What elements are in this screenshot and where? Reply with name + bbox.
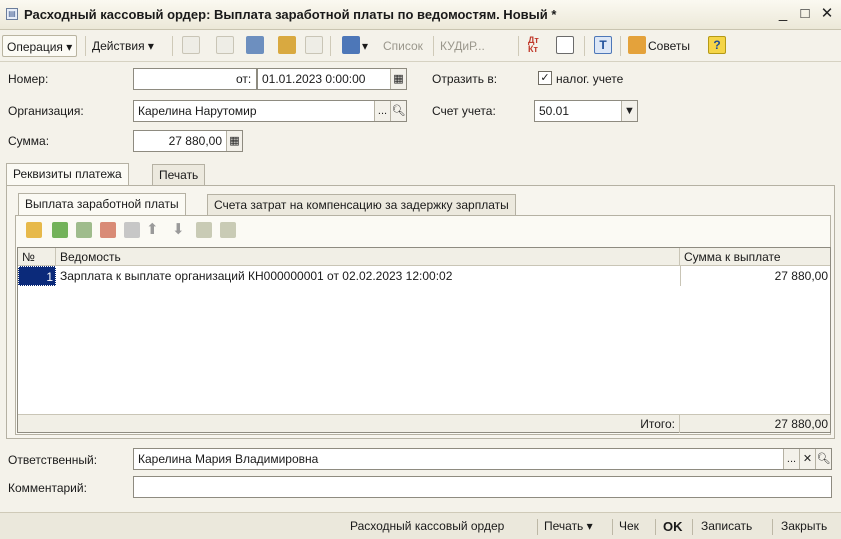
organization-value: Карелина Нарутомир	[138, 104, 257, 118]
actions-menu-button[interactable]: Действия ▾	[92, 35, 154, 57]
post-document-icon[interactable]	[278, 36, 296, 54]
receipt-button[interactable]: Чек	[619, 518, 639, 535]
minimize-button[interactable]: _	[774, 5, 792, 23]
unpost-document-icon[interactable]	[305, 36, 323, 54]
reflect-label: Отразить в:	[432, 72, 498, 86]
copy-row-icon[interactable]	[52, 222, 68, 238]
toolbar: Операция ▾ Действия ▾ ▾ Список КУДиР... …	[0, 30, 841, 62]
tax-checkbox[interactable]: ✓	[538, 71, 552, 85]
sum-field[interactable]: 27 880,00 ▦	[133, 130, 243, 152]
table-footer: Итого: 27 880,00	[18, 414, 830, 433]
column-header-amount[interactable]: Сумма к выплате	[680, 248, 830, 266]
open-search-icon[interactable]: 🔍︎	[390, 101, 406, 121]
sum-label: Сумма:	[8, 134, 50, 148]
end-edit-icon[interactable]	[124, 222, 140, 238]
chevron-down-icon[interactable]: ▼	[621, 101, 637, 121]
text-format-icon[interactable]: T	[594, 36, 612, 54]
ok-button[interactable]: OK	[663, 518, 683, 535]
account-value: 50.01	[539, 104, 570, 118]
toolbar-separator	[518, 36, 519, 56]
toolbar-separator	[620, 36, 621, 56]
date-value: 01.01.2023 0:00:00	[262, 72, 366, 86]
select-ellipsis-icon[interactable]: ...	[783, 449, 799, 469]
account-select[interactable]: 50.01 ▼	[534, 100, 638, 122]
statements-table[interactable]: № Ведомость Сумма к выплате 1 Зарплата к…	[17, 247, 831, 433]
delete-row-icon[interactable]	[100, 222, 116, 238]
separator	[537, 519, 538, 535]
total-label: Итого:	[558, 415, 680, 433]
number-label: Номер:	[8, 72, 49, 86]
bottom-command-bar: Расходный кассовый ордер Печать ▾ Чек OK…	[0, 512, 841, 539]
toolbar-separator	[172, 36, 173, 56]
date-label: от:	[236, 72, 252, 86]
organization-field[interactable]: Карелина Нарутомир ... 🔍︎	[133, 100, 407, 122]
dt-kt-icon[interactable]: Дт Кт	[528, 36, 546, 54]
operation-menu-button[interactable]: Операция ▾	[2, 35, 78, 57]
based-on-icon[interactable]	[342, 36, 360, 54]
comment-label: Комментарий:	[8, 481, 87, 495]
journal-icon[interactable]	[556, 36, 574, 54]
refresh-icon[interactable]	[246, 36, 264, 54]
new-copy-icon[interactable]	[182, 36, 200, 54]
close-button[interactable]: Закрыть	[781, 518, 827, 535]
maximize-button[interactable]: □	[796, 5, 814, 23]
list-button[interactable]: Список	[383, 35, 423, 57]
tax-checkbox-label: налог. учете	[556, 72, 624, 86]
move-up-icon[interactable]: ⬆	[146, 219, 159, 241]
document-icon: ▤	[6, 8, 18, 20]
edit-row-icon[interactable]	[76, 222, 92, 238]
total-value: 27 880,00	[774, 417, 828, 431]
comment-field[interactable]	[133, 476, 832, 498]
based-on-dropdown-icon[interactable]: ▾	[362, 35, 368, 57]
help-icon[interactable]: ?	[708, 36, 726, 54]
separator	[612, 519, 613, 535]
statement-cell[interactable]: Зарплата к выплате организаций КН0000000…	[58, 266, 678, 286]
amount-cell[interactable]: 27 880,00	[680, 266, 830, 286]
calculator-icon[interactable]: ▦	[226, 131, 242, 151]
toolbar-separator	[584, 36, 585, 56]
row-number-cell[interactable]: 1	[18, 266, 56, 286]
tips-icon[interactable]	[628, 36, 646, 54]
sum-value: 27 880,00	[168, 134, 222, 148]
close-window-button[interactable]: ✕	[818, 5, 836, 23]
title-bar: ▤ Расходный кассовый ордер: Выплата зара…	[0, 0, 841, 30]
tab-payment-details[interactable]: Реквизиты платежа	[6, 163, 129, 186]
sort-descending-icon[interactable]	[220, 222, 236, 238]
kudir-button[interactable]: КУДиР...	[440, 35, 485, 57]
print-menu-button[interactable]: Печать ▾	[544, 518, 593, 535]
window-title: Расходный кассовый ордер: Выплата зарабо…	[24, 7, 557, 22]
clear-icon[interactable]: ✕	[799, 449, 815, 469]
responsible-label: Ответственный:	[8, 453, 98, 467]
tab-salary-payment[interactable]: Выплата заработной платы	[18, 193, 186, 216]
move-down-icon[interactable]: ⬇	[172, 219, 185, 241]
tips-button[interactable]: Советы	[648, 35, 690, 57]
toolbar-separator	[330, 36, 331, 56]
responsible-value: Карелина Мария Владимировна	[138, 452, 319, 466]
separator	[655, 519, 656, 535]
open-search-icon[interactable]: 🔍︎	[815, 449, 831, 469]
add-row-icon[interactable]	[26, 222, 42, 238]
date-field[interactable]: 01.01.2023 0:00:00 ▦	[257, 68, 407, 90]
save-button[interactable]: Записать	[701, 518, 752, 535]
column-header-number[interactable]: №	[18, 248, 56, 266]
select-ellipsis-icon[interactable]: ...	[374, 101, 390, 121]
separator	[692, 519, 693, 535]
cash-order-print-button[interactable]: Расходный кассовый ордер	[350, 518, 504, 535]
responsible-field[interactable]: Карелина Мария Владимировна ... ✕ 🔍︎	[133, 448, 832, 470]
account-label: Счет учета:	[432, 104, 496, 118]
toolbar-separator	[433, 36, 434, 56]
edit-copy-icon[interactable]	[216, 36, 234, 54]
sort-ascending-icon[interactable]	[196, 222, 212, 238]
separator	[772, 519, 773, 535]
tab-compensation-accounts[interactable]: Счета затрат на компенсацию за задержку …	[207, 194, 516, 216]
organization-label: Организация:	[8, 104, 84, 118]
calendar-icon[interactable]: ▦	[390, 69, 406, 89]
column-header-statement[interactable]: Ведомость	[56, 248, 680, 266]
tab-print[interactable]: Печать	[152, 164, 206, 186]
toolbar-separator	[85, 36, 86, 56]
